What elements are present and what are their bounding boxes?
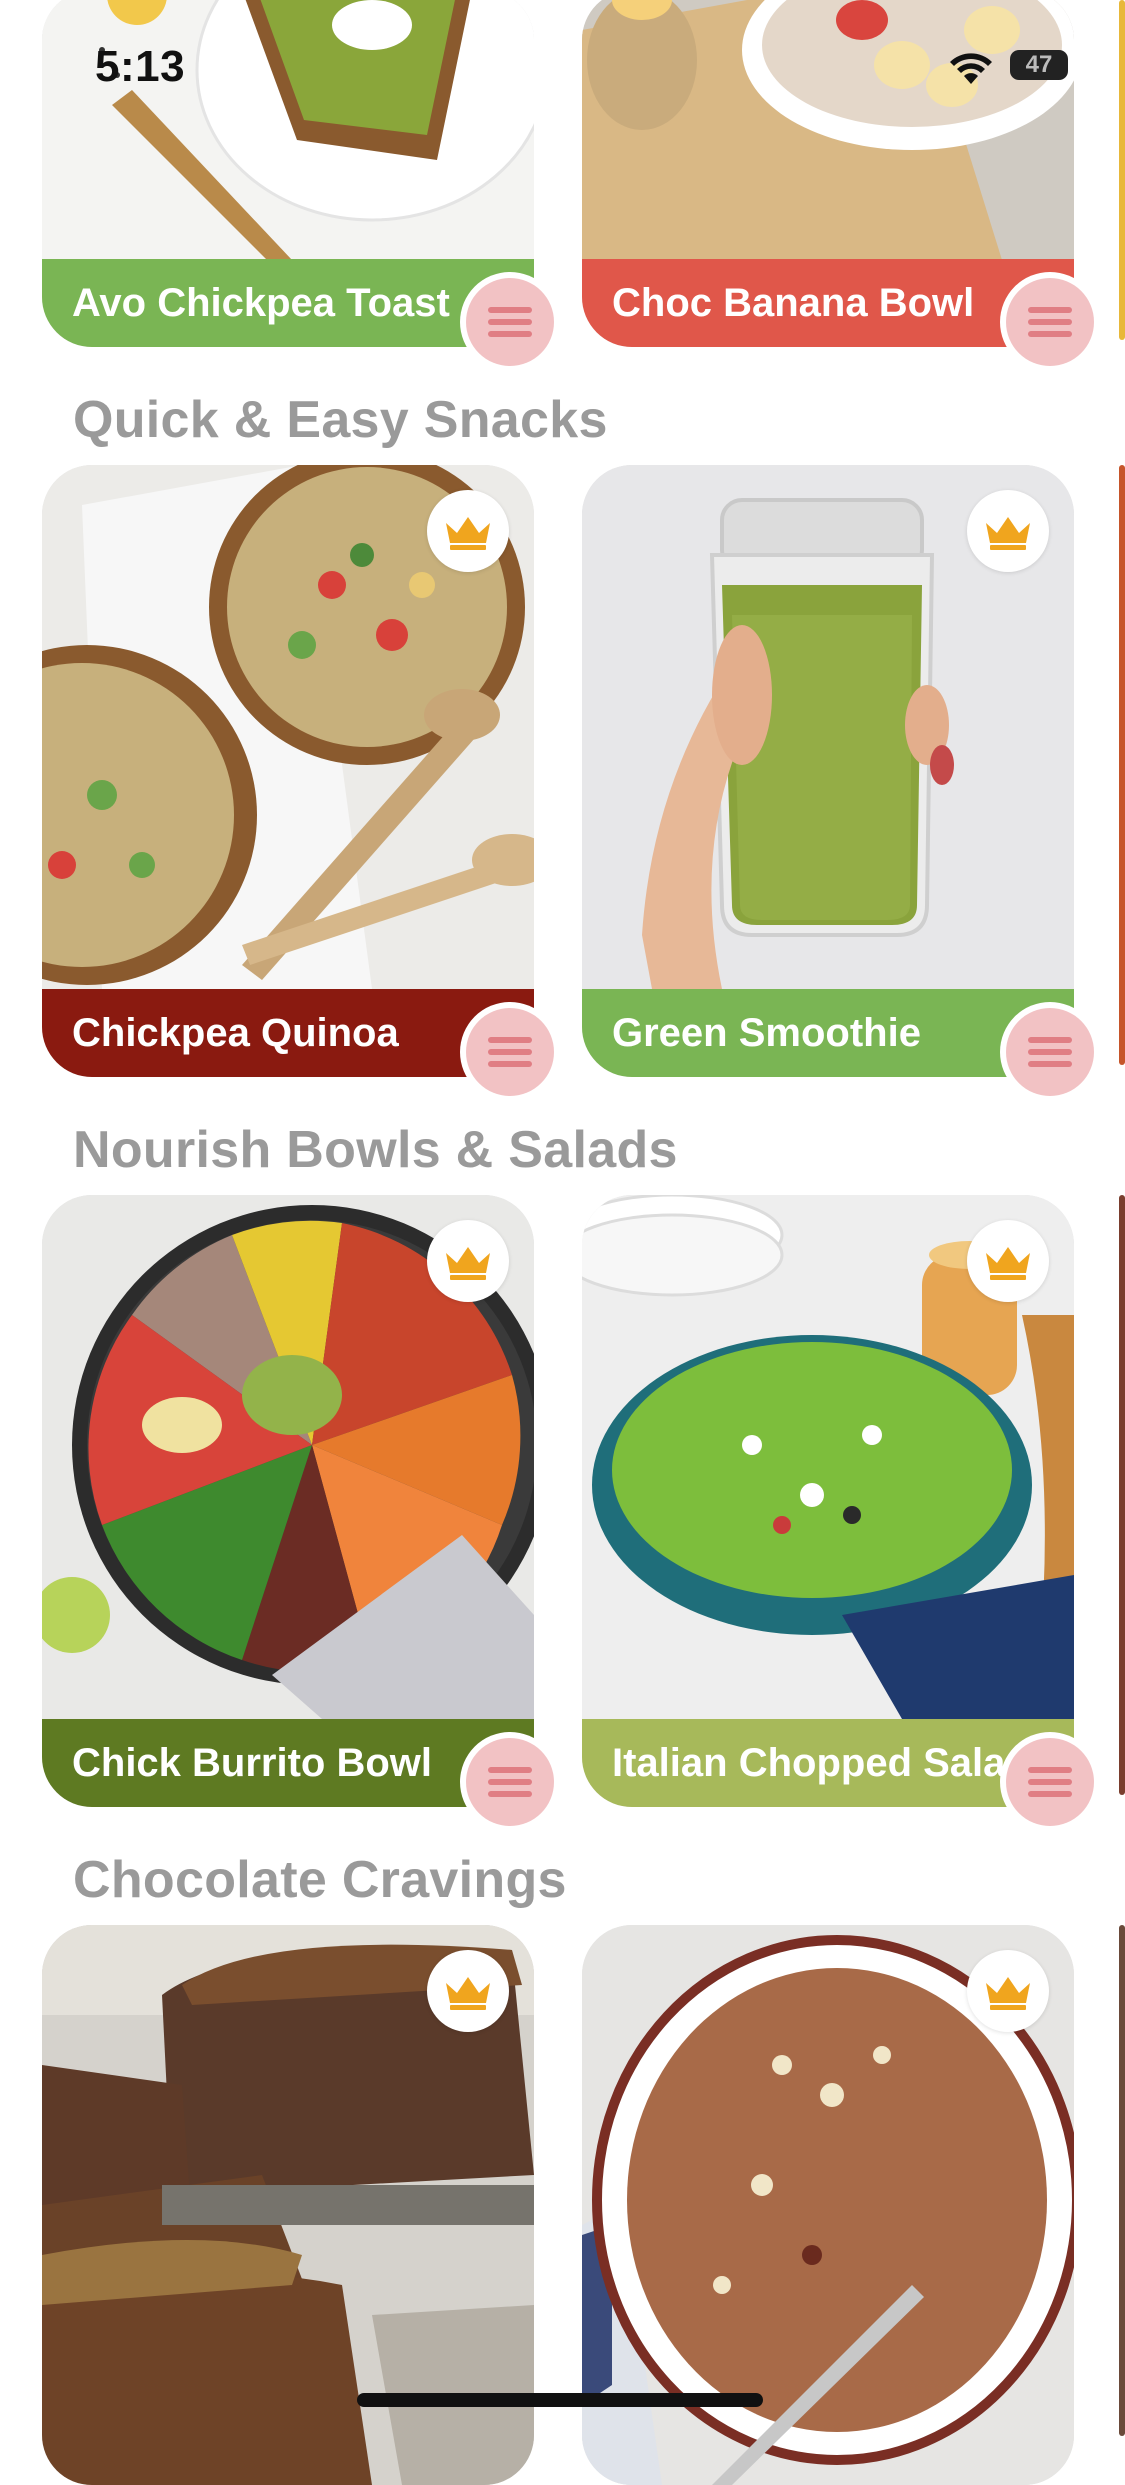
recipe-photo xyxy=(582,0,1074,260)
section-title: Chocolate Cravings xyxy=(73,1851,567,1909)
premium-badge xyxy=(967,490,1049,572)
premium-badge xyxy=(967,1220,1049,1302)
card-menu-button[interactable] xyxy=(466,278,554,366)
section-title: Nourish Bowls & Salads xyxy=(73,1121,678,1179)
next-card-peek xyxy=(1119,465,1125,1065)
premium-badge xyxy=(427,490,509,572)
recipe-name: Italian Chopped Salad xyxy=(612,1741,1030,1785)
section-title: Quick & Easy Snacks xyxy=(73,391,608,449)
premium-badge xyxy=(427,1220,509,1302)
recipe-card[interactable]: Green Smoothie xyxy=(582,465,1074,1077)
menu-lines-icon xyxy=(1028,307,1072,313)
recipe-name: Chick Burrito Bowl xyxy=(72,1741,433,1785)
crown-icon xyxy=(986,1247,1030,1280)
card-menu-button[interactable] xyxy=(1006,1008,1094,1096)
crown-icon xyxy=(446,517,490,550)
card-menu-button[interactable] xyxy=(1006,278,1094,366)
crown-icon xyxy=(446,1977,490,2010)
recipe-name: Green Smoothie xyxy=(612,1011,921,1055)
menu-lines-icon xyxy=(488,1767,532,1773)
card-menu-button[interactable] xyxy=(466,1008,554,1096)
next-card-peek xyxy=(1119,1925,1125,2436)
card-menu-button[interactable] xyxy=(1006,1738,1094,1826)
card-menu-button[interactable] xyxy=(466,1738,554,1826)
crown-icon xyxy=(986,1977,1030,2010)
recipe-name: Avo Chickpea Toast xyxy=(72,281,450,325)
recipe-card[interactable]: Avo Chickpea Toast xyxy=(42,0,534,347)
recipe-name: Choc Banana Bowl xyxy=(612,281,975,325)
recipe-card[interactable]: Choc Banana Bowl xyxy=(582,0,1074,347)
recipe-name: Chickpea Quinoa xyxy=(72,1011,399,1055)
recipe-card[interactable]: Chickpea Quinoa xyxy=(42,465,534,1077)
menu-lines-icon xyxy=(488,307,532,313)
menu-lines-icon xyxy=(1028,1037,1072,1043)
recipe-photo xyxy=(42,0,534,260)
crown-icon xyxy=(446,1247,490,1280)
menu-lines-icon xyxy=(1028,1767,1072,1773)
menu-lines-icon xyxy=(488,1037,532,1043)
premium-badge xyxy=(967,1950,1049,2032)
crown-icon xyxy=(986,517,1030,550)
recipe-card[interactable]: Chick Burrito Bowl xyxy=(42,1195,534,1807)
next-card-peek xyxy=(1119,1195,1125,1795)
home-indicator[interactable] xyxy=(357,2393,763,2407)
premium-badge xyxy=(427,1950,509,2032)
next-card-peek xyxy=(1119,0,1125,340)
recipe-card[interactable]: Italian Chopped Salad xyxy=(582,1195,1074,1807)
